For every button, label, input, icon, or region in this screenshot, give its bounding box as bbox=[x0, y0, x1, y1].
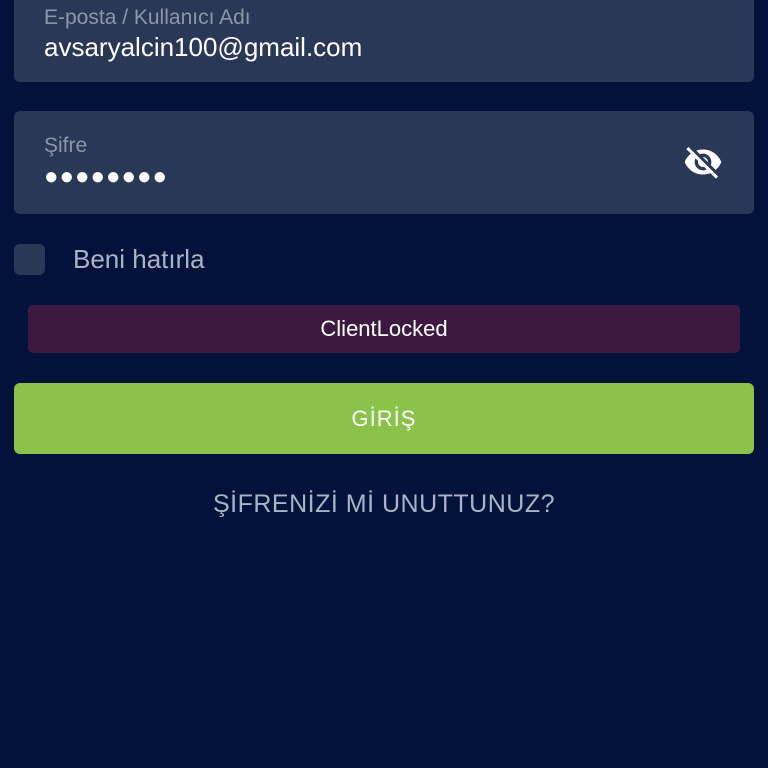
remember-me-checkbox[interactable] bbox=[14, 243, 45, 275]
email-field-value[interactable]: avsaryalcin100@gmail.com bbox=[44, 32, 362, 63]
remember-me-row: Beni hatırla bbox=[14, 243, 205, 275]
email-field[interactable]: E-posta / Kullanıcı Adı avsaryalcin100@g… bbox=[14, 0, 754, 82]
remember-me-label[interactable]: Beni hatırla bbox=[73, 244, 205, 275]
login-button[interactable]: GİRİŞ bbox=[14, 383, 754, 454]
error-message: ClientLocked bbox=[28, 305, 740, 353]
password-field-label: Şifre bbox=[44, 134, 88, 157]
eye-off-icon bbox=[684, 147, 722, 179]
forgot-password-link[interactable]: ŞİFRENİZİ Mİ UNUTTUNUZ? bbox=[0, 490, 768, 519]
password-field-value[interactable]: ●●●●●●●● bbox=[44, 163, 168, 191]
login-screen: E-posta / Kullanıcı Adı avsaryalcin100@g… bbox=[0, 0, 768, 768]
password-field[interactable]: Şifre ●●●●●●●● bbox=[14, 111, 754, 214]
email-field-label: E-posta / Kullanıcı Adı bbox=[44, 6, 251, 29]
password-visibility-toggle[interactable] bbox=[682, 141, 724, 183]
